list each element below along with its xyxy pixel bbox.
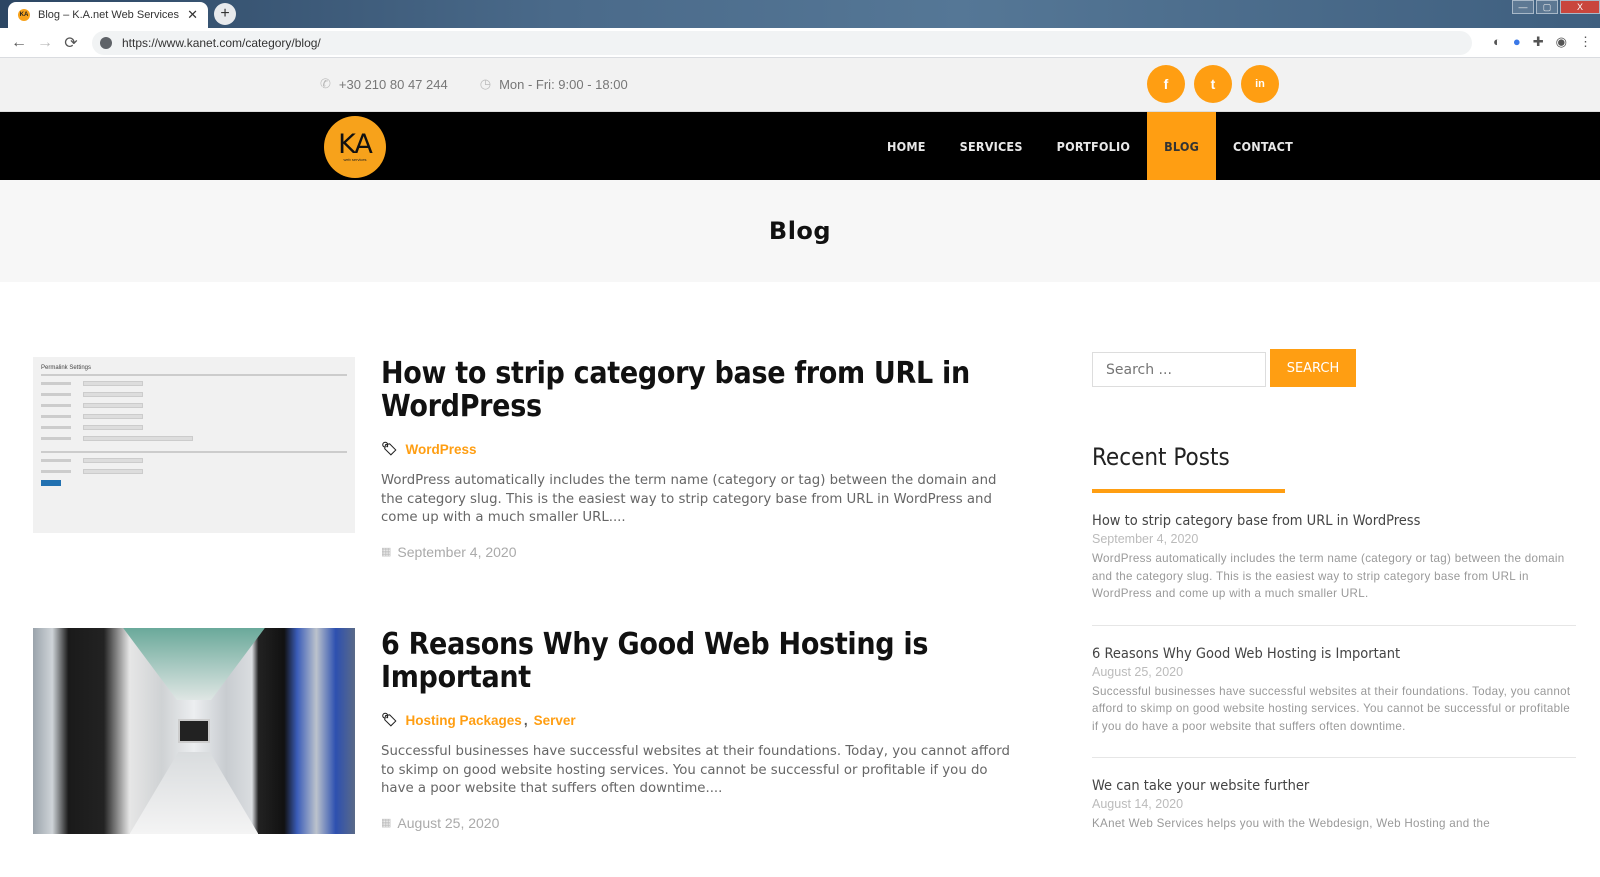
site-favicon-icon: KA: [18, 9, 30, 21]
search-button[interactable]: SEARCH: [1270, 349, 1356, 387]
recent-posts-heading: Recent Posts: [1092, 443, 1230, 471]
profile-extension-icon[interactable]: ●: [1513, 34, 1521, 50]
tab-title: Blog – K.A.net Web Services: [38, 9, 180, 21]
post-title[interactable]: 6 Reasons Why Good Web Hosting is Import…: [381, 628, 1021, 694]
minimize-button[interactable]: —: [1512, 0, 1534, 14]
post-body: 6 Reasons Why Good Web Hosting is Import…: [381, 628, 1021, 831]
post-excerpt: Successful businesses have successful we…: [381, 744, 1010, 796]
recent-post-item: We can take your website further August …: [1092, 758, 1576, 855]
nav-item-portfolio[interactable]: PORTFOLIO: [1040, 112, 1148, 180]
sidebar: SEARCH Recent Posts How to strip categor…: [1092, 349, 1576, 855]
browser-tab-active[interactable]: KA Blog – K.A.net Web Services ✕: [8, 2, 208, 28]
thumbnail-caption: Permalink Settings: [41, 365, 92, 371]
nav-item-home[interactable]: HOME: [870, 112, 943, 180]
recent-post-excerpt: KAnet Web Services helps you with the We…: [1092, 817, 1491, 830]
address-bar[interactable]: https://www.kanet.com/category/blog/: [92, 31, 1472, 55]
globe-icon: [100, 37, 112, 49]
category-separator: ,: [523, 712, 528, 728]
nav-menu: HOME SERVICES PORTFOLIO BLOG CONTACT: [870, 112, 1310, 180]
extension-icons: ◐ ● ✚ ◉ ⋮: [1493, 34, 1592, 50]
post-date: ▦ August 25, 2020: [381, 815, 1021, 831]
puzzle-extensions-icon[interactable]: ✚: [1533, 34, 1544, 50]
clock-icon: ◷: [479, 76, 492, 91]
calendar-icon: ▦: [381, 817, 392, 829]
post-excerpt: WordPress automatically includes the ter…: [381, 473, 997, 525]
category-link[interactable]: WordPress: [406, 442, 477, 457]
post-thumbnail[interactable]: Permalink Settings: [33, 357, 355, 533]
twitter-icon[interactable]: t: [1194, 65, 1232, 103]
recent-post-excerpt: WordPress automatically includes the ter…: [1092, 552, 1565, 600]
linkedin-icon[interactable]: in: [1241, 65, 1279, 103]
server-room-image: [33, 628, 355, 834]
url-text[interactable]: https://www.kanet.com/category/blog/: [122, 36, 321, 50]
post-date: ▦ September 4, 2020: [381, 544, 1021, 560]
nav-item-services[interactable]: SERVICES: [943, 112, 1040, 180]
social-links: f t in: [1147, 65, 1279, 103]
forward-arrow-icon[interactable]: →: [32, 34, 58, 52]
recent-post-title[interactable]: We can take your website further: [1092, 778, 1576, 794]
nav-item-blog[interactable]: BLOG: [1147, 112, 1217, 180]
main-navigation: KA web services HOME SERVICES PORTFOLIO …: [0, 112, 1600, 180]
logo-subtext: web services: [343, 156, 367, 162]
account-icon[interactable]: ◉: [1556, 34, 1567, 50]
recent-post-date: August 25, 2020: [1092, 664, 1184, 679]
close-window-button[interactable]: X: [1560, 0, 1600, 14]
recent-post-date: August 14, 2020: [1092, 797, 1184, 811]
site-topbar: ✆ +30 210 80 47 244 ◷ Mon - Fri: 9:00 - …: [0, 58, 1600, 112]
recent-post-excerpt: Successful businesses have successful we…: [1092, 684, 1571, 733]
maximize-button[interactable]: ▢: [1536, 0, 1558, 14]
post-thumbnail[interactable]: [33, 628, 355, 834]
recent-post-item: 6 Reasons Why Good Web Hosting is Import…: [1092, 626, 1576, 758]
logo-text: KA: [338, 128, 373, 160]
recent-post-title[interactable]: 6 Reasons Why Good Web Hosting is Import…: [1092, 646, 1576, 662]
phone-number: +30 210 80 47 244: [338, 76, 448, 92]
contact-info: ✆ +30 210 80 47 244 ◷ Mon - Fri: 9:00 - …: [320, 76, 628, 92]
facebook-icon[interactable]: f: [1147, 65, 1185, 103]
calendar-icon: ▦: [381, 546, 392, 558]
phone-icon: ✆: [320, 76, 331, 91]
extension-icon[interactable]: ◐: [1493, 34, 1501, 50]
opening-hours: Mon - Fri: 9:00 - 18:00: [499, 76, 628, 92]
browser-toolbar: ← → ⟳ https://www.kanet.com/category/blo…: [0, 28, 1600, 58]
recent-post-title[interactable]: How to strip category base from URL in W…: [1092, 513, 1576, 529]
post-categories: 🏷 Hosting Packages , Server: [381, 712, 1021, 728]
window-controls: — ▢ X: [1512, 0, 1600, 14]
permalink-settings-screenshot: Permalink Settings: [33, 357, 355, 533]
post-body: How to strip category base from URL in W…: [381, 357, 1021, 560]
post-date-text: August 25, 2020: [397, 814, 500, 831]
post-title[interactable]: How to strip category base from URL in W…: [381, 357, 1021, 423]
category-link[interactable]: Hosting Packages: [406, 713, 522, 728]
post-date-text: September 4, 2020: [397, 543, 517, 560]
category-link[interactable]: Server: [534, 713, 576, 728]
browser-tabstrip: KA Blog – K.A.net Web Services ✕ + — ▢ X: [0, 0, 1600, 28]
new-tab-button[interactable]: +: [214, 3, 236, 25]
post-categories: 🏷 WordPress: [381, 441, 1021, 457]
tags-icon: 🏷: [381, 712, 398, 727]
recent-post-item: How to strip category base from URL in W…: [1092, 493, 1576, 626]
tags-icon: 🏷: [381, 441, 398, 456]
search-form: SEARCH: [1092, 349, 1576, 387]
recent-post-date: September 4, 2020: [1092, 532, 1199, 546]
page-title: Blog: [768, 217, 832, 245]
site-logo[interactable]: KA web services: [324, 116, 386, 178]
reload-icon[interactable]: ⟳: [58, 33, 84, 53]
close-tab-icon[interactable]: ✕: [187, 7, 198, 23]
back-arrow-icon[interactable]: ←: [6, 34, 32, 52]
page-title-band: Blog: [0, 180, 1600, 282]
search-input[interactable]: [1092, 352, 1266, 387]
menu-kebab-icon[interactable]: ⋮: [1579, 34, 1592, 50]
nav-item-contact[interactable]: CONTACT: [1216, 112, 1310, 180]
